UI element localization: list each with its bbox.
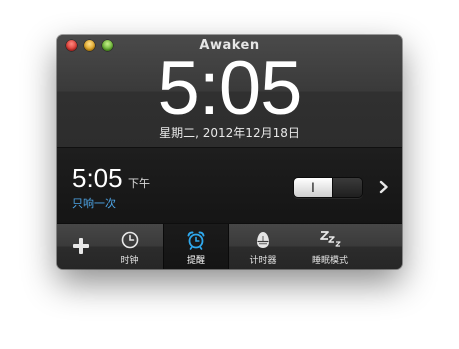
current-time: 5:05	[157, 46, 303, 131]
tab-clock[interactable]: 时钟	[97, 224, 162, 269]
clock-icon	[120, 230, 140, 250]
tab-alarm[interactable]: 提醒	[163, 224, 229, 269]
alarm-time: 5:05	[72, 163, 123, 193]
add-alarm-button[interactable]	[71, 236, 91, 256]
clock-panel: Awaken 5:05 星期二, 2012年12月18日	[57, 35, 402, 147]
toggle-on-label: I	[294, 178, 332, 197]
alarm-enable-toggle[interactable]: I	[293, 177, 363, 198]
tab-sleep[interactable]: 睡眠模式	[297, 224, 363, 269]
tab-alarm-label: 提醒	[186, 256, 205, 266]
tab-clock-label: 时钟	[120, 256, 139, 266]
awaken-window: Awaken 5:05 星期二, 2012年12月18日 5:05 下午 只响一…	[57, 35, 402, 269]
plus-icon	[73, 238, 89, 254]
tab-sleep-label: 睡眠模式	[311, 256, 348, 266]
alarm-repeat-label: 只响一次	[72, 197, 116, 210]
egg-timer-icon	[253, 230, 273, 250]
tab-bar: 时钟 提醒 计时器 睡眠模式	[57, 223, 402, 269]
toggle-thumb	[332, 178, 362, 197]
tab-timer[interactable]: 计时器	[230, 224, 296, 269]
chevron-right-icon[interactable]	[376, 177, 392, 197]
current-date: 星期二, 2012年12月18日	[159, 126, 300, 140]
tab-timer-label: 计时器	[249, 256, 277, 266]
alarm-row[interactable]: 5:05 下午 只响一次 I	[57, 147, 402, 224]
alarm-clock-icon	[186, 230, 206, 250]
alarm-ampm: 下午	[128, 177, 150, 190]
sleep-zzz-icon	[320, 230, 341, 250]
